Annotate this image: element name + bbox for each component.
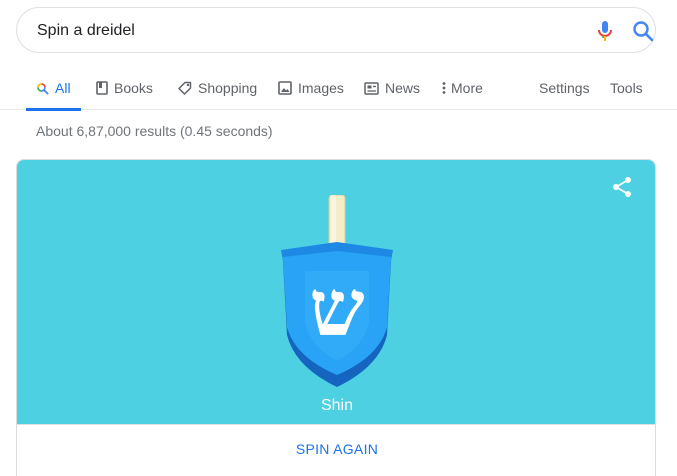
- search-input[interactable]: [37, 19, 557, 43]
- news-icon: [364, 81, 379, 95]
- spin-again-button[interactable]: SPIN AGAIN: [17, 424, 655, 472]
- dreidel-letter-name: Shin: [320, 397, 354, 414]
- dreidel-card: ש Shin SPIN AGAIN: [16, 159, 656, 476]
- tab-more[interactable]: More: [442, 66, 483, 110]
- tab-books[interactable]: Books: [96, 66, 153, 110]
- tab-label: News: [385, 80, 421, 96]
- tab-all[interactable]: All: [26, 66, 81, 111]
- tab-shopping[interactable]: Shopping: [178, 66, 257, 110]
- result-stats: About 6,87,000 results (0.45 seconds): [36, 123, 273, 139]
- book-icon: [96, 81, 108, 95]
- share-icon[interactable]: [611, 176, 633, 198]
- dreidel-image[interactable]: ש: [275, 195, 399, 395]
- tab-label: All: [55, 80, 71, 96]
- tab-label: Shopping: [198, 80, 258, 96]
- search-icon: [36, 82, 49, 95]
- tab-news[interactable]: News: [364, 66, 420, 110]
- search-icon[interactable]: [631, 19, 655, 43]
- tab-label: Tools: [610, 80, 643, 96]
- tab-tools[interactable]: Tools: [610, 66, 643, 110]
- microphone-icon[interactable]: [595, 20, 615, 42]
- tab-label: Books: [114, 80, 153, 96]
- tab-label: Settings: [539, 80, 590, 96]
- tab-images[interactable]: Images: [278, 66, 344, 110]
- tab-settings[interactable]: Settings: [539, 66, 590, 110]
- tab-label: Images: [298, 80, 344, 96]
- tag-icon: [178, 81, 192, 95]
- dreidel-glyph: ש: [309, 263, 364, 354]
- dreidel-stage: ש Shin: [17, 160, 655, 424]
- search-box[interactable]: [16, 7, 656, 53]
- more-vert-icon: [442, 81, 446, 95]
- image-icon: [278, 81, 292, 95]
- search-tabs: All Books Shopping Images News More Sett…: [0, 66, 677, 111]
- tab-label: More: [451, 80, 483, 96]
